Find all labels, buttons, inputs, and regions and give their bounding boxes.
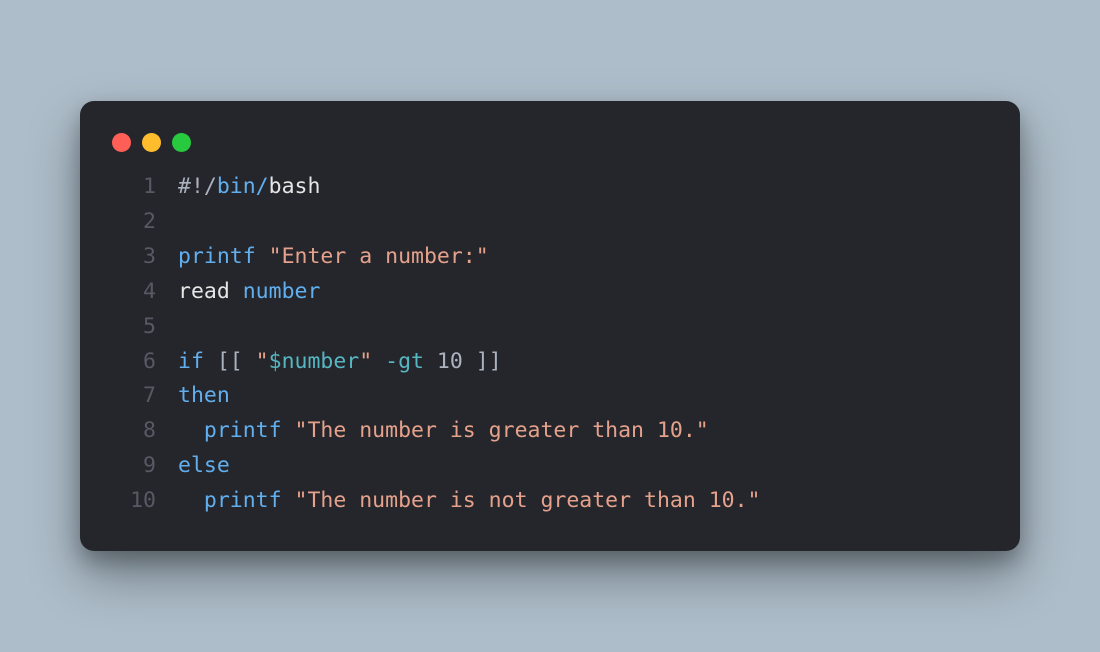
token: "The number is not greater than 10." <box>295 488 761 513</box>
token: -gt <box>385 349 424 374</box>
code-text: #!/bin/bash <box>178 170 320 205</box>
token: bin/ <box>217 174 269 199</box>
token: printf <box>204 418 282 443</box>
line-number: 7 <box>110 379 156 414</box>
line-number: 2 <box>110 205 156 240</box>
code-text: printf "The number is greater than 10." <box>178 414 709 449</box>
code-line: 1 #!/bin/bash <box>110 170 990 205</box>
code-text <box>178 205 191 240</box>
code-line: 7 then <box>110 379 990 414</box>
code-text: printf "Enter a number:" <box>178 240 489 275</box>
token: "The number is greater than 10." <box>295 418 709 443</box>
token: [[ <box>204 349 256 374</box>
code-block: 1#!/bin/bash2 3printf "Enter a number:"4… <box>110 170 990 518</box>
code-line: 4 read number <box>110 275 990 310</box>
code-text: then <box>178 379 230 414</box>
code-line: 9 else <box>110 449 990 484</box>
code-line: 6 if [[ "$number" -gt 10 ]] <box>110 345 990 380</box>
token <box>178 488 204 513</box>
token: " <box>256 349 269 374</box>
line-number: 1 <box>110 170 156 205</box>
token <box>282 418 295 443</box>
token: printf <box>178 244 256 269</box>
code-line: 3 printf "Enter a number:" <box>110 240 990 275</box>
line-number: 10 <box>110 484 156 519</box>
code-line: 2 <box>110 205 990 240</box>
token: else <box>178 453 230 478</box>
token: number <box>243 279 321 304</box>
code-text: printf "The number is not greater than 1… <box>178 484 761 519</box>
token: $number <box>269 349 360 374</box>
code-text: else <box>178 449 230 484</box>
line-number: 3 <box>110 240 156 275</box>
token: if <box>178 349 204 374</box>
window-lights <box>110 129 990 170</box>
minimize-icon[interactable] <box>142 133 161 152</box>
token <box>282 488 295 513</box>
line-number: 5 <box>110 310 156 345</box>
line-number: 4 <box>110 275 156 310</box>
code-window: 1#!/bin/bash2 3printf "Enter a number:"4… <box>80 101 1020 550</box>
token <box>372 349 385 374</box>
token: " <box>359 349 372 374</box>
token: bash <box>269 174 321 199</box>
close-icon[interactable] <box>112 133 131 152</box>
token: then <box>178 383 230 408</box>
token: "Enter a number:" <box>269 244 489 269</box>
code-text: if [[ "$number" -gt 10 ]] <box>178 345 502 380</box>
line-number: 9 <box>110 449 156 484</box>
code-text: read number <box>178 275 320 310</box>
code-line: 5 <box>110 310 990 345</box>
code-line: 10 printf "The number is not greater tha… <box>110 484 990 519</box>
maximize-icon[interactable] <box>172 133 191 152</box>
token <box>256 244 269 269</box>
token: read <box>178 279 230 304</box>
token <box>178 418 204 443</box>
line-number: 8 <box>110 414 156 449</box>
code-line: 8 printf "The number is greater than 10.… <box>110 414 990 449</box>
line-number: 6 <box>110 345 156 380</box>
token: 10 ]] <box>424 349 502 374</box>
code-text <box>178 310 191 345</box>
token: printf <box>204 488 282 513</box>
token <box>230 279 243 304</box>
token: #!/ <box>178 174 217 199</box>
